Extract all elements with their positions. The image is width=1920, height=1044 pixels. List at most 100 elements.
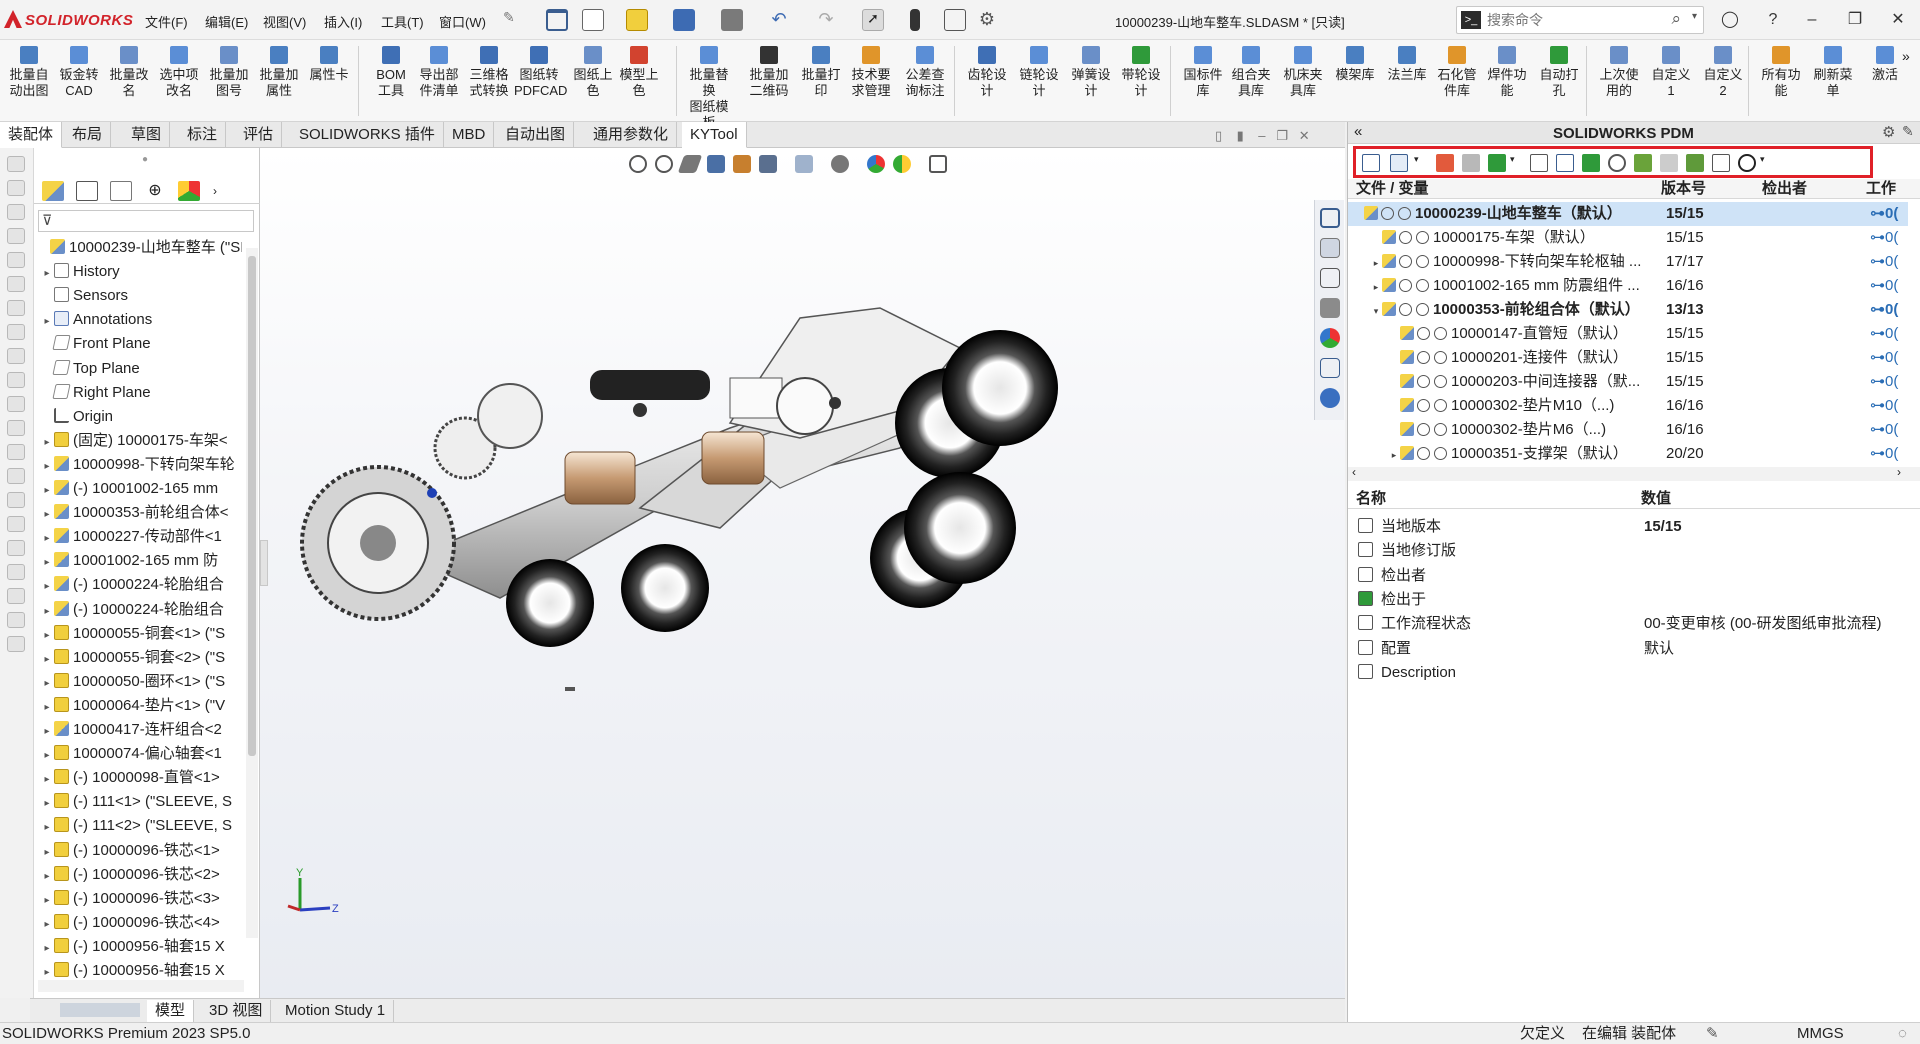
section-view-icon[interactable] [707, 155, 725, 173]
tree-row[interactable]: Top Plane [34, 357, 242, 381]
ribbon-button-33[interactable]: 所有功能 [1756, 44, 1806, 99]
pdm-file-row[interactable]: ▸ 10001002-165 mm 防震组件 ... 16/16 ⊶0( [1348, 274, 1908, 298]
ribbon-button-34[interactable]: 刷新菜单 [1808, 44, 1858, 99]
pane-splitter-handle[interactable] [260, 540, 268, 586]
quick-search-dropdown-icon[interactable]: ▾ [1760, 154, 1768, 172]
tree-row[interactable]: ▸ 10000055-铜套<1> ("S [34, 622, 242, 646]
search-input[interactable] [1487, 11, 1647, 29]
left-strip-tool-icon[interactable] [7, 276, 25, 292]
tree-row[interactable]: ▸ (-) 111<2> ("SLEEVE, S [34, 814, 242, 838]
change-state-dropdown-icon[interactable]: ▾ [1510, 154, 1518, 172]
left-strip-tool-icon[interactable] [7, 324, 25, 340]
rebuild-icon[interactable]: ✎ [1706, 1023, 1719, 1044]
tree-row[interactable]: ▸ (-) 10000096-铁芯<1> [34, 839, 242, 863]
pdm-file-row[interactable]: 10000302-垫片M6（...) 16/16 ⊶0( [1348, 418, 1908, 442]
tree-row[interactable]: ▸ (-) 10000096-铁芯<4> [34, 911, 242, 935]
configuration-manager-tab-icon[interactable] [110, 181, 132, 201]
check-out-icon[interactable] [1436, 154, 1454, 172]
tab-solidworks-addins[interactable]: SOLIDWORKS 插件 [291, 122, 444, 148]
file-properties-icon[interactable] [944, 9, 966, 31]
bike-model-3d[interactable]: Y Z [260, 148, 1345, 998]
ribbon-button-0[interactable]: 批量自 动出图 [4, 44, 54, 99]
expand-arrow-icon[interactable]: ▸ [40, 865, 54, 887]
expand-arrow-icon[interactable]: ▸ [40, 648, 54, 670]
pdm-property-row[interactable]: 检出者 [1358, 564, 1913, 588]
pdm-property-row[interactable]: 检出于 [1358, 588, 1913, 612]
ribbon-overflow-chevron-icon[interactable]: » [1902, 48, 1910, 64]
user-account-icon[interactable]: ◯ [1718, 8, 1742, 32]
pdm-property-row[interactable]: 配置 默认 [1358, 637, 1913, 661]
tree-row[interactable]: ▸ (-) 10000224-轮胎组合 [34, 598, 242, 622]
tree-row[interactable]: Right Plane [34, 381, 242, 405]
scroll-right-icon[interactable]: › [1897, 465, 1901, 479]
menu-view[interactable]: 视图(V) [263, 12, 306, 31]
expand-arrow-icon[interactable]: ▾ [1370, 299, 1382, 322]
ribbon-button-11[interactable]: 图纸上色 [568, 44, 618, 99]
display-style-icon[interactable] [795, 155, 813, 173]
pdm-horizontal-scrollbar[interactable]: ‹ › [1348, 465, 1920, 481]
tab-scroll-arrows[interactable] [60, 1003, 140, 1017]
expand-arrow-icon[interactable]: ▸ [40, 527, 54, 549]
expand-arrow-icon[interactable]: ▸ [40, 672, 54, 694]
tree-row[interactable]: ▸ (-) 10001002-165 mm [34, 477, 242, 501]
command-search[interactable]: >_ ⌕ ▾ [1456, 6, 1704, 34]
ribbon-button-28[interactable]: 焊件功能 [1482, 44, 1532, 99]
ribbon-button-25[interactable]: 模架库 [1330, 44, 1380, 83]
file-explorer-icon[interactable] [1320, 268, 1340, 288]
pin-pane-icon[interactable]: ✎ [1902, 123, 1914, 140]
expand-arrow-icon[interactable]: ▸ [1388, 443, 1400, 466]
zoom-to-fit-icon[interactable] [629, 155, 647, 173]
expand-arrow-icon[interactable]: ▸ [40, 720, 54, 742]
ribbon-button-30[interactable]: 上次使 用的 [1594, 44, 1644, 99]
tab-3d-view[interactable]: 3D 视图 [201, 1000, 272, 1022]
tab-kytool[interactable]: KYTool [682, 122, 747, 148]
tree-row[interactable]: ▸ (-) 10000096-铁芯<2> [34, 863, 242, 887]
menu-window[interactable]: 窗口(W) [439, 12, 486, 31]
zoom-to-area-icon[interactable] [655, 155, 673, 173]
check-in-icon[interactable] [1462, 154, 1480, 172]
ribbon-button-23[interactable]: 组合夹 具库 [1226, 44, 1276, 99]
expand-arrow-icon[interactable]: ▸ [40, 431, 54, 453]
refresh-icon[interactable] [1686, 154, 1704, 172]
ribbon-button-27[interactable]: 石化管 件库 [1432, 44, 1482, 99]
expand-arrow-icon[interactable]: ▸ [40, 310, 54, 332]
ribbon-button-20[interactable]: 弹簧设计 [1066, 44, 1116, 99]
tree-row[interactable]: ▸ Annotations [34, 308, 242, 332]
tree-row[interactable]: ▸ History [34, 260, 242, 284]
left-strip-tool-icon[interactable] [7, 468, 25, 484]
expand-arrow-icon[interactable]: ▸ [40, 889, 54, 911]
pdm-file-row[interactable]: 10000239-山地车整车（默认） 15/15 ⊶0( [1348, 202, 1908, 226]
ribbon-button-10[interactable]: 图纸转 PDFCAD [514, 44, 567, 99]
ribbon-button-18[interactable]: 齿轮设计 [962, 44, 1012, 99]
pdm-vault-icon[interactable] [1320, 388, 1340, 408]
tree-row[interactable]: Front Plane [34, 332, 242, 356]
viewport-minimize-icon[interactable]: – [1258, 128, 1265, 143]
menu-tools[interactable]: 工具(T) [381, 12, 424, 31]
expand-arrow-icon[interactable]: ▸ [40, 624, 54, 646]
expand-arrow-icon[interactable]: ▸ [40, 551, 54, 573]
tree-filter-box[interactable]: ⊽ [38, 210, 254, 232]
left-strip-tool-icon[interactable] [7, 252, 25, 268]
select-arrow-icon[interactable]: ➚ [862, 9, 884, 31]
expand-arrow-icon[interactable]: ▸ [40, 479, 54, 501]
left-strip-tool-icon[interactable] [7, 348, 25, 364]
dynamic-annotation-icon[interactable] [733, 155, 751, 173]
expand-arrow-icon[interactable]: ▸ [40, 455, 54, 477]
ribbon-button-17[interactable]: 公差查 询标注 [900, 44, 950, 99]
properties-card-icon[interactable] [1530, 154, 1548, 172]
tab-auto-drawing[interactable]: 自动出图 [497, 122, 575, 148]
get-version-icon[interactable] [1390, 154, 1408, 172]
ribbon-button-1[interactable]: 钣金转 CAD [54, 44, 104, 99]
viewport-split-icon[interactable]: ▮ [1237, 128, 1244, 143]
search-dropdown-icon[interactable]: ▾ [1692, 11, 1697, 22]
graphics-area[interactable]: Y Z [260, 148, 1345, 998]
ribbon-button-13[interactable]: 批量替换图纸模板 [684, 44, 734, 131]
collapse-pane-icon[interactable]: « [1354, 123, 1362, 140]
tab-markup[interactable]: 标注 [179, 122, 227, 148]
left-strip-tool-icon[interactable] [7, 156, 25, 172]
expand-arrow-icon[interactable]: ▸ [40, 792, 54, 814]
ribbon-button-31[interactable]: 自定义 1 [1646, 44, 1696, 99]
new-document-icon[interactable] [582, 9, 604, 31]
ribbon-button-4[interactable]: 批量加 图号 [204, 44, 254, 99]
ribbon-button-22[interactable]: 国标件库 [1178, 44, 1228, 99]
